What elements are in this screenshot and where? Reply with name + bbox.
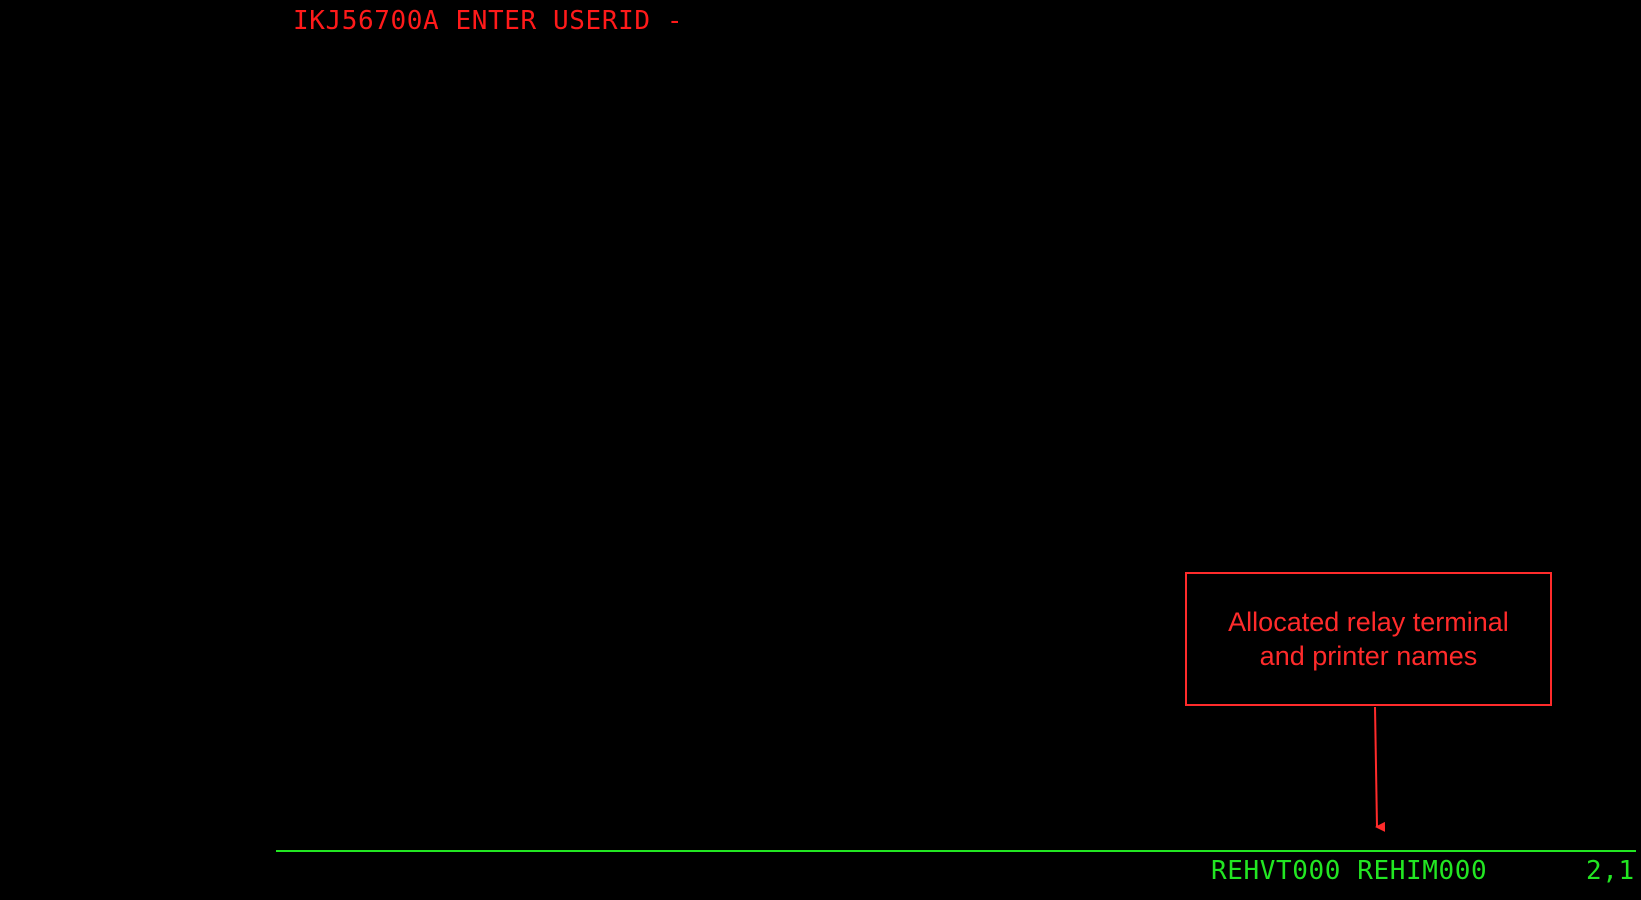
annotation-text: Allocated relay terminal and printer nam… bbox=[1228, 607, 1509, 671]
cursor-position: 2,1 bbox=[1586, 856, 1635, 886]
annotation-callout: Allocated relay terminal and printer nam… bbox=[1185, 572, 1552, 706]
userid-prompt: IKJ56700A ENTER USERID - bbox=[293, 6, 684, 36]
annotation-arrow-line bbox=[1374, 706, 1386, 832]
status-separator bbox=[276, 850, 1636, 852]
annotation-arrow bbox=[1374, 706, 1386, 832]
terminal-screen[interactable]: IKJ56700A ENTER USERID - Allocated relay… bbox=[0, 0, 1641, 900]
relay-terminal-printer-names: REHVT000 REHIM000 bbox=[1211, 856, 1488, 886]
